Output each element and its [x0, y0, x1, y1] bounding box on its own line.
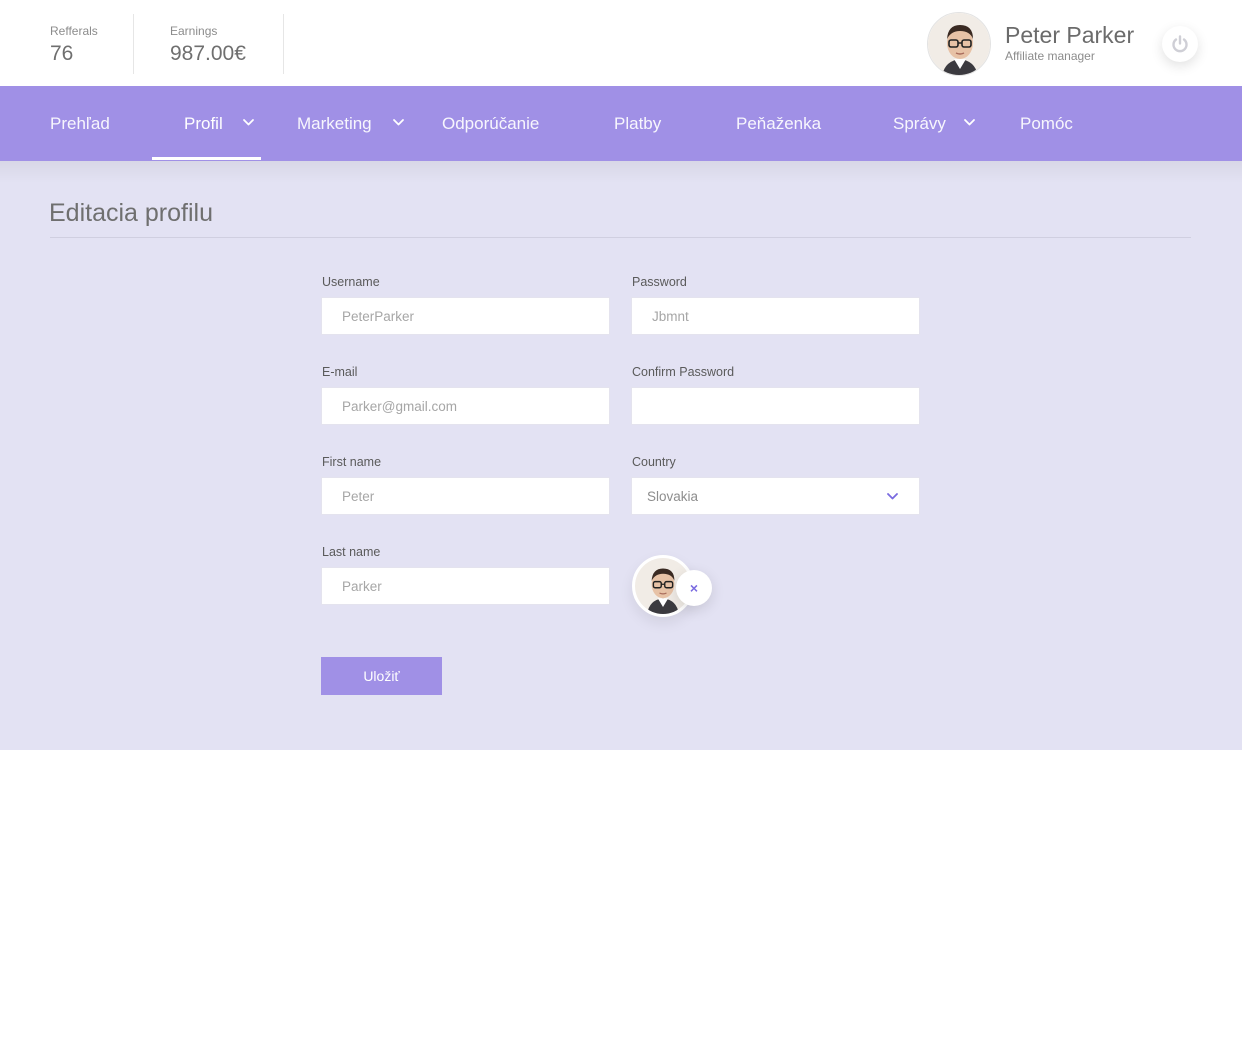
user-name: Peter Parker [1005, 22, 1135, 48]
confirm-password-input[interactable] [631, 387, 920, 425]
first-name-input[interactable] [321, 477, 610, 515]
referrals-value: 76 [50, 42, 74, 65]
logout-button[interactable] [1162, 26, 1198, 62]
remove-photo-button[interactable]: × [676, 570, 712, 606]
chevron-down-icon[interactable] [242, 117, 255, 127]
referrals-label: Refferals [50, 24, 98, 38]
nav-item-label: Odporúčanie [442, 113, 540, 133]
active-tab-indicator [152, 157, 261, 160]
nav-item-label: Pomóc [1020, 113, 1073, 133]
close-icon: × [689, 580, 699, 596]
username-label: Username [322, 275, 380, 289]
nav-shadow [0, 161, 1242, 183]
title-divider [50, 237, 1191, 238]
email-label: E-mail [322, 365, 358, 379]
referrals-stat: Refferals 76 [50, 14, 134, 74]
country-label: Country [632, 455, 676, 469]
password-label: Password [632, 275, 687, 289]
user-role: Affiliate manager [1005, 49, 1095, 63]
earnings-label: Earnings [170, 24, 218, 38]
page-title: Editacia profilu [49, 199, 213, 227]
confirm-password-label: Confirm Password [632, 365, 735, 379]
nav-item-label: Platby [614, 113, 662, 133]
avatar[interactable] [927, 12, 991, 76]
chevron-down-icon[interactable] [963, 117, 976, 127]
nav-item-marketing[interactable]: Marketing [297, 86, 372, 161]
last-name-input[interactable] [321, 567, 610, 605]
nav-item-pomoc[interactable]: Pomóc [1020, 86, 1073, 161]
nav-item-label: Peňaženka [736, 113, 822, 133]
power-icon [1172, 35, 1188, 53]
nav-item-profil[interactable]: Profil [184, 86, 223, 161]
nav-item-prehlad[interactable]: Prehľad [50, 86, 110, 161]
main-nav: Prehľad Profil Marketing Odporúčanie Pla… [0, 86, 1242, 161]
nav-item-label: Prehľad [50, 113, 110, 133]
earnings-stat: Earnings 987.00€ [170, 14, 284, 74]
nav-item-label: Marketing [297, 113, 372, 133]
nav-item-label: Správy [893, 113, 946, 133]
password-input[interactable] [631, 297, 920, 335]
earnings-value: 987.00€ [170, 42, 246, 65]
email-input[interactable] [321, 387, 610, 425]
nav-item-penazenka[interactable]: Peňaženka [736, 86, 821, 161]
last-name-label: Last name [322, 545, 381, 559]
nav-item-odporucanie[interactable]: Odporúčanie [442, 86, 539, 161]
nav-item-label: Profil [184, 113, 223, 133]
country-select[interactable]: Slovakia [631, 477, 920, 515]
first-name-label: First name [322, 455, 382, 469]
chevron-down-icon[interactable] [392, 117, 405, 127]
content-area [0, 161, 1242, 750]
chevron-down-icon [887, 493, 898, 500]
top-header: Refferals 76 Earnings 987.00€ Peter Park… [0, 0, 1242, 86]
nav-item-platby[interactable]: Platby [614, 86, 661, 161]
country-selected-value: Slovakia [647, 488, 699, 504]
nav-item-spravy[interactable]: Správy [893, 86, 946, 161]
save-button[interactable]: Uložiť [321, 657, 442, 695]
username-input[interactable] [321, 297, 610, 335]
user-photo [928, 13, 990, 75]
